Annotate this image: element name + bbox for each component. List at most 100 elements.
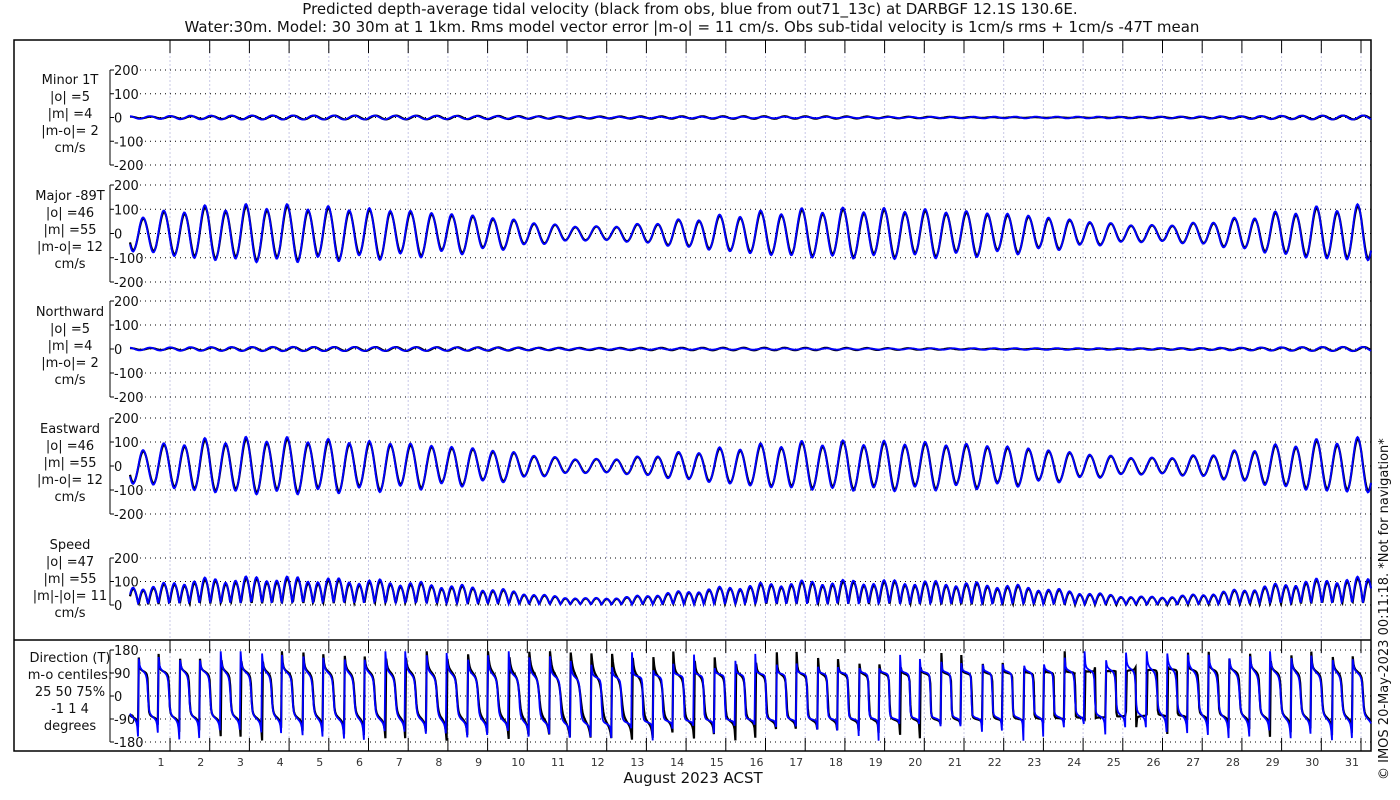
panel-label-line: |m| =4 <box>48 339 93 354</box>
panel-label-line: |o| =46 <box>46 439 94 454</box>
x-tick-label-day: 27 <box>1186 756 1200 769</box>
x-tick-label-day: 15 <box>710 756 724 769</box>
panel-label-line: -1 1 4 <box>51 702 89 717</box>
panel-label-line: Speed <box>50 538 91 553</box>
panel-speed: Speed |o| =47 |m| =55 |m|-|o|= 11 cm/s 200 100… <box>33 538 1373 621</box>
x-tick-label-day: 31 <box>1345 756 1359 769</box>
x-tick-label-day: 8 <box>435 756 442 769</box>
panel-label-line: |m| =55 <box>44 572 97 587</box>
panel-label-line: |m-o|= 12 <box>37 473 103 488</box>
y-tick-label: 0 <box>114 690 122 705</box>
y-tick-label: -180 <box>114 736 144 751</box>
y-tick-label: -100 <box>114 252 144 267</box>
x-tick-label-day: 17 <box>789 756 803 769</box>
panel-label-line: |o| =46 <box>46 206 94 221</box>
x-tick-label-day: 16 <box>750 756 764 769</box>
panel-label-line: |m-o|= 2 <box>41 356 99 371</box>
y-tick-label: -200 <box>114 391 144 406</box>
x-axis: 1 2 3 4 5 6 7 8 9 10 11 12 13 14 15 16 17 18 19 20 21 22 23 24 2… <box>158 40 1362 769</box>
chart-title-line-1: Predicted depth-average tidal velocity (… <box>302 0 1077 19</box>
plot-frame <box>13 39 1372 752</box>
x-tick-label-day: 12 <box>591 756 605 769</box>
chart-title-line-2: Water:30m. Model: 30 30m at 1 1km. Rms m… <box>185 18 1200 36</box>
panel-label-line: Minor 1T <box>42 73 99 88</box>
panel-direction: Direction (T) m-o centiles: 25 50 75% -1 1 … <box>28 644 1372 751</box>
x-tick-label-day: 25 <box>1107 756 1121 769</box>
y-tick-label: 0 <box>114 112 122 127</box>
panel-east: Eastward |o| =46 |m| =55 |m-o|= 12 cm/s 200 10… <box>37 412 1373 523</box>
y-tick-label: -100 <box>114 367 144 382</box>
panel-label-line: cm/s <box>55 490 86 505</box>
x-tick-label-day: 26 <box>1147 756 1161 769</box>
y-tick-label: 0 <box>114 343 122 358</box>
y-tick-label: -100 <box>114 135 144 150</box>
y-tick-label: -200 <box>114 276 144 291</box>
x-tick-label-day: 4 <box>277 756 284 769</box>
panel-label-line: |m| =55 <box>44 456 97 471</box>
y-tick-label: 200 <box>114 552 139 567</box>
panel-label-line: |m| =55 <box>44 223 97 238</box>
panel-label-line: cm/s <box>55 257 86 272</box>
x-tick-label-day: 19 <box>869 756 883 769</box>
panel-north: Northward |o| =5 |m| =4 |m-o|= 2 cm/s 200 100 0… <box>36 295 1372 406</box>
x-tick-label-day: 14 <box>670 756 684 769</box>
panel-label-line: |m|-|o|= 11 <box>33 589 107 604</box>
x-tick-label-day: 28 <box>1226 756 1240 769</box>
y-tick-label: 100 <box>114 203 139 218</box>
panel-label-line: Direction (T) <box>30 651 111 666</box>
panel-label-line: Eastward <box>40 422 100 437</box>
x-tick-label-day: 29 <box>1266 756 1280 769</box>
y-tick-label: 180 <box>114 644 139 659</box>
x-tick-label-day: 23 <box>1027 756 1041 769</box>
x-tick-label-day: 13 <box>630 756 644 769</box>
panel-label-line: cm/s <box>55 373 86 388</box>
panel-major: Major -89T |o| =46 |m| =55 |m-o|= 12 cm/s 200… <box>35 179 1373 291</box>
panel-label-line: |m| =4 <box>48 107 93 122</box>
y-tick-label: 100 <box>114 576 139 591</box>
x-tick-label-day: 21 <box>948 756 962 769</box>
speed-obs-line <box>128 577 1373 609</box>
y-tick-label: -200 <box>114 159 144 174</box>
panel-label-line: degrees <box>44 719 97 734</box>
x-tick-label-day: 3 <box>237 756 244 769</box>
x-axis-label: August 2023 ACST <box>623 769 763 787</box>
y-tick-label: 0 <box>114 460 122 475</box>
y-tick-label: 200 <box>114 64 139 79</box>
y-tick-label: 100 <box>114 436 139 451</box>
x-tick-label-day: 7 <box>396 756 403 769</box>
panel-label-line: cm/s <box>55 141 86 156</box>
x-tick-label-day: 20 <box>908 756 922 769</box>
copyright-notice: © IMOS 20-May-2023 00:11:18. *Not for na… <box>1377 438 1392 780</box>
x-tick-label-day: 11 <box>551 756 565 769</box>
y-tick-label: 100 <box>114 88 139 103</box>
panel-label-line: 25 50 75% <box>35 685 105 700</box>
x-tick-label-day: 1 <box>158 756 165 769</box>
panel-label-line: |m-o|= 2 <box>41 124 99 139</box>
y-tick-label: 200 <box>114 295 139 310</box>
panels: Minor 1T |o| =5 |m| =4 |m-o|= 2 cm/s 200 100 0 -… <box>28 64 1373 751</box>
y-tick-label: 100 <box>114 319 139 334</box>
x-tick-label-day: 9 <box>475 756 482 769</box>
x-tick-label-day: 18 <box>829 756 843 769</box>
y-tick-label: -100 <box>114 484 144 499</box>
y-tick-label: -200 <box>114 508 144 523</box>
panel-label-line: |m-o|= 12 <box>37 240 103 255</box>
panel-label-line: |o| =47 <box>46 555 94 570</box>
y-tick-label: 0 <box>114 228 122 243</box>
x-tick-label-day: 6 <box>356 756 363 769</box>
x-tick-label-day: 22 <box>988 756 1002 769</box>
x-tick-label-day: 30 <box>1305 756 1319 769</box>
panel-label-line: cm/s <box>55 606 86 621</box>
x-tick-label-day: 5 <box>316 756 323 769</box>
y-tick-label: 0 <box>114 599 122 614</box>
panel-label-line: m-o centiles: <box>28 668 113 683</box>
y-tick-label: 90 <box>114 667 131 682</box>
tidal-velocity-chart: Predicted depth-average tidal velocity (… <box>13 0 1392 787</box>
y-tick-label: 200 <box>114 412 139 427</box>
panel-label-line: |o| =5 <box>50 90 90 105</box>
panel-label-line: Northward <box>36 305 104 320</box>
x-tick-label-day: 10 <box>511 756 525 769</box>
x-tick-label-day: 24 <box>1067 756 1081 769</box>
panel-label-line: |o| =5 <box>50 322 90 337</box>
panel-minor: Minor 1T |o| =5 |m| =4 |m-o|= 2 cm/s 200 100 0 -… <box>41 64 1372 174</box>
